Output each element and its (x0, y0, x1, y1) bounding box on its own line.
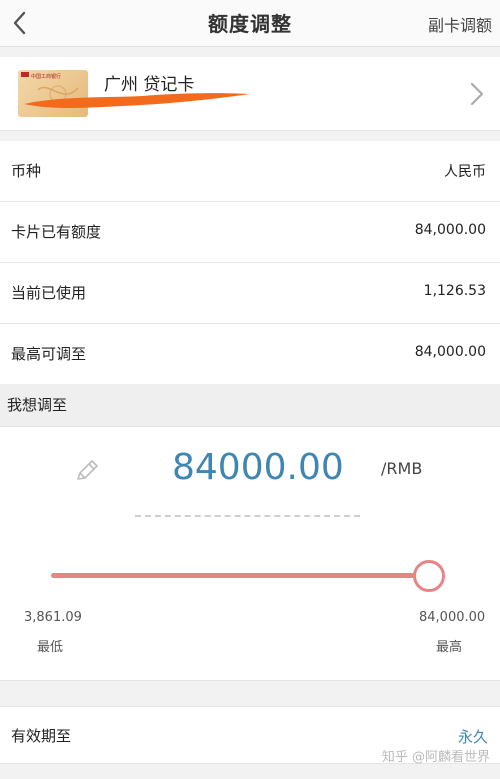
adjust-panel: 84000.00 /RMB 3,861.09 最低 84,000.00 最高 (0, 427, 500, 680)
current-limit-label: 卡片已有额度 (11, 223, 102, 241)
max-adjust-label: 最高可调至 (11, 345, 87, 363)
section-gap (0, 680, 500, 706)
amount-input[interactable]: 84000.00 (172, 447, 344, 488)
used-amount-label: 当前已使用 (11, 284, 87, 302)
watermark-text: 知乎 @阿麟看世界 (381, 750, 490, 765)
adjust-section-header: 我想调至 (0, 384, 500, 427)
redaction-scribble (22, 84, 252, 114)
pencil-icon[interactable] (73, 457, 101, 485)
currency-value: 人民币 (444, 164, 486, 180)
amount-unit: /RMB (381, 459, 423, 478)
currency-label: 币种 (11, 162, 42, 180)
nav-bar: 额度调整 副卡调额 (0, 0, 500, 47)
currency-row: 币种 人民币 (0, 141, 500, 202)
slider-min-label: 最低 (37, 640, 64, 655)
page-title: 额度调整 (208, 12, 292, 36)
current-limit-value: 84,000.00 (414, 222, 486, 238)
used-amount-row: 当前已使用 1,126.53 (0, 263, 500, 324)
slider-min-value: 3,861.09 (24, 610, 82, 625)
adjust-section-title: 我想调至 (7, 396, 68, 414)
max-adjust-row: 最高可调至 84,000.00 (0, 324, 500, 385)
max-adjust-value: 84,000.00 (414, 344, 486, 360)
expiry-value[interactable]: 永久 (458, 726, 488, 747)
limit-slider-track[interactable] (51, 573, 429, 578)
expiry-label: 有效期至 (11, 727, 72, 745)
current-limit-row: 卡片已有额度 84,000.00 (0, 202, 500, 263)
slider-max-value: 84,000.00 (419, 610, 486, 625)
slider-max-label: 最高 (436, 640, 463, 655)
supplementary-card-adjust-link[interactable]: 副卡调额 (428, 12, 492, 36)
used-amount-value: 1,126.53 (423, 283, 486, 299)
card-bank-logo-text: 中国工商银行 (31, 74, 62, 80)
limit-slider-thumb[interactable] (413, 560, 445, 592)
amount-underline (135, 515, 360, 517)
chevron-right-icon (468, 79, 486, 109)
